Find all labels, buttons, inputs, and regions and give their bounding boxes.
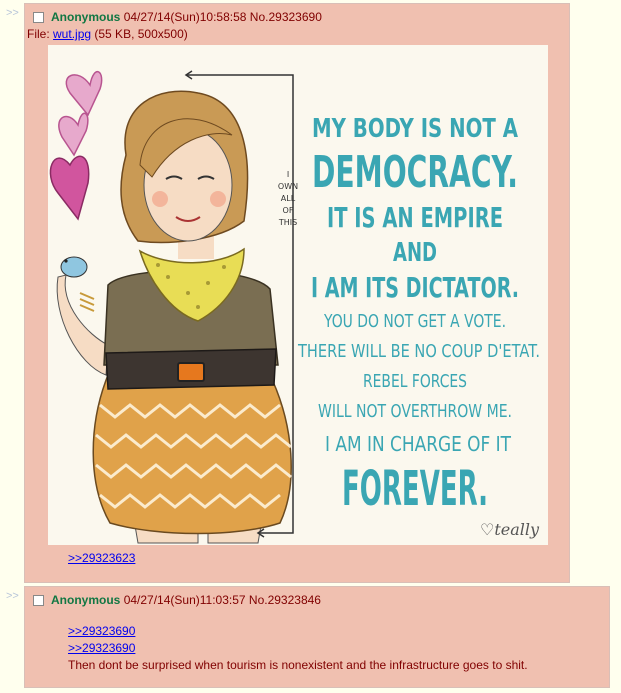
quote-link[interactable]: >>29323623: [68, 551, 135, 565]
text-line: REBEL FORCES: [363, 371, 467, 392]
post-checkbox[interactable]: [33, 12, 44, 23]
file-link[interactable]: wut.jpg: [53, 27, 91, 41]
post-message: Then dont be surprised when tourism is n…: [68, 658, 528, 672]
reply-post: Anonymous 04/27/14(Sun)10:58:58 No.29323…: [24, 3, 570, 583]
text-line: FOREVER.: [342, 461, 488, 517]
artist-signature: ♡teally: [480, 520, 540, 539]
side-note-line: OF: [283, 206, 294, 215]
side-note-line: I: [287, 170, 289, 179]
bird-icon: [60, 256, 88, 278]
quote-link[interactable]: >>29323690: [68, 641, 135, 655]
reply-arrow: >>: [6, 7, 19, 19]
side-note-line: ALL: [281, 194, 296, 203]
reply-arrow: >>: [6, 590, 19, 602]
text-line: I AM ITS DICTATOR.: [311, 271, 519, 304]
text-line: DEMOCRACY.: [312, 147, 518, 198]
poster-name: Anonymous: [51, 10, 121, 24]
quote-link[interactable]: >>29323690: [68, 624, 135, 638]
file-meta: (55 KB, 500x500): [91, 27, 188, 41]
side-note-line: OWN: [278, 182, 298, 191]
file-info: File: wut.jpg (55 KB, 500x500): [27, 27, 188, 41]
post-datetime: 04/27/14(Sun)10:58:58: [123, 10, 247, 24]
post-checkbox[interactable]: [33, 595, 44, 606]
post-header: Anonymous 04/27/14(Sun)11:03:57 No.29323…: [33, 593, 321, 607]
illustration: I OWN ALL OF THIS MY BODY IS NOT A DEMOC…: [48, 45, 548, 545]
post-number[interactable]: No.29323846: [249, 593, 321, 607]
text-line: IT IS AN EMPIRE: [327, 201, 503, 234]
post-header: Anonymous 04/27/14(Sun)10:58:58 No.29323…: [33, 10, 322, 24]
text-line: AND: [393, 238, 437, 268]
text-line: I AM IN CHARGE OF IT: [325, 432, 512, 456]
reply-post: Anonymous 04/27/14(Sun)11:03:57 No.29323…: [24, 586, 610, 688]
post-image[interactable]: I OWN ALL OF THIS MY BODY IS NOT A DEMOC…: [48, 45, 548, 545]
text-line: MY BODY IS NOT A: [312, 114, 518, 144]
text-line: YOU DO NOT GET A VOTE.: [323, 311, 506, 332]
text-line: THERE WILL BE NO COUP D'ETAT.: [297, 341, 540, 362]
text-line: WILL NOT OVERTHROW ME.: [318, 401, 512, 422]
side-note-line: THIS: [278, 218, 297, 227]
post-datetime: 04/27/14(Sun)11:03:57: [123, 593, 246, 607]
post-number[interactable]: No.29323690: [250, 10, 322, 24]
file-label: File:: [27, 27, 54, 41]
poster-name: Anonymous: [51, 593, 121, 607]
